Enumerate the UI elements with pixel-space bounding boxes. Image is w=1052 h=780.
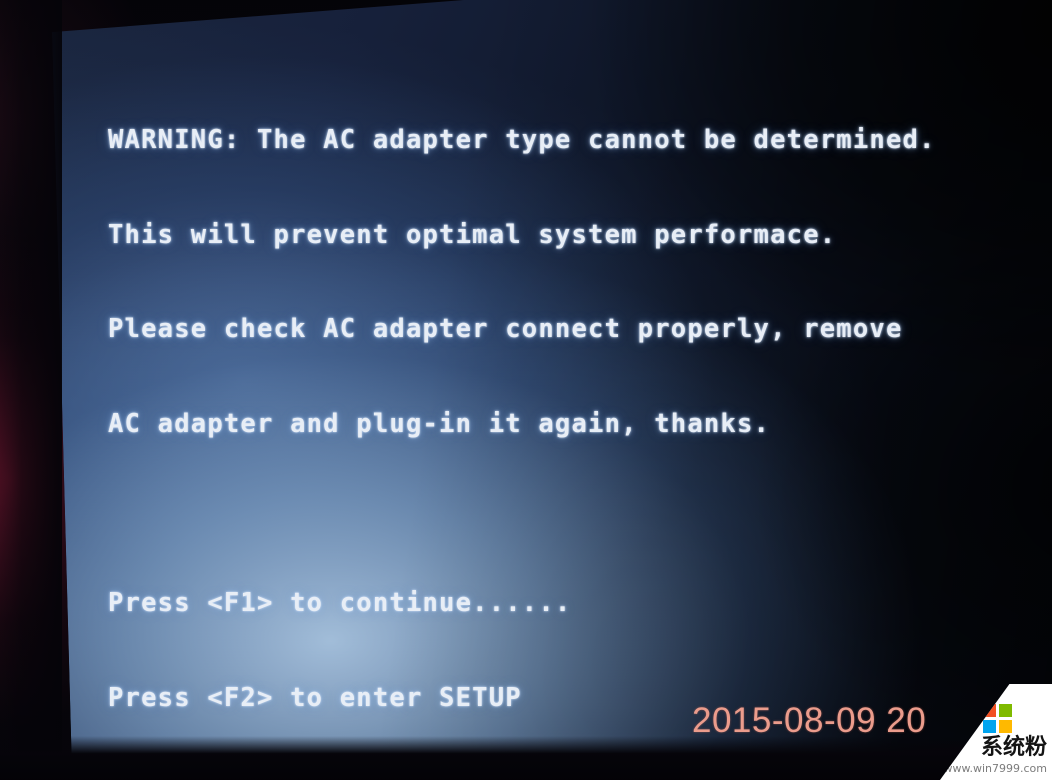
warning-line-3: Please check AC adapter connect properly… — [108, 314, 903, 344]
watermark-url: www.win7999.com — [943, 762, 1048, 775]
logo-square-bottom-left — [983, 719, 997, 733]
camera-timestamp: 2015-08-09 20 — [692, 701, 927, 740]
logo-square-top-right — [998, 704, 1012, 718]
logo-square-bottom-right — [998, 719, 1012, 733]
watermark-brand-name: 系统粉 — [980, 735, 1047, 760]
warning-line-4: AC adapter and plug-in it again, thanks. — [108, 408, 771, 439]
warning-line-2: This will prevent optimal system perform… — [108, 219, 837, 250]
bios-post-message: WARNING: The AC adapter type cannot be d… — [108, 62, 1052, 780]
warning-line-1: WARNING: The AC adapter type cannot be d… — [108, 125, 936, 155]
photograph-of-laptop-screen: WARNING: The AC adapter type cannot be d… — [0, 0, 1052, 780]
key-prompt-f1[interactable]: Press <F1> to continue...... — [108, 588, 1052, 620]
